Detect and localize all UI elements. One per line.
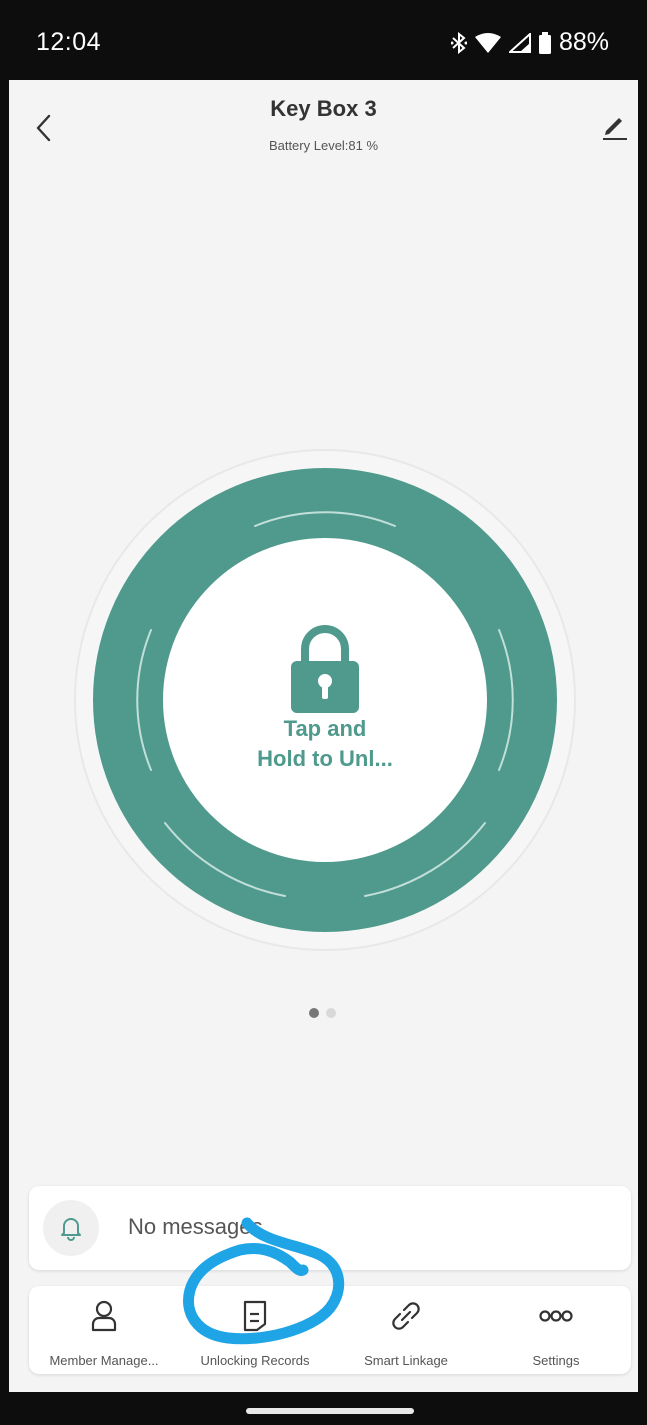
status-bar: 12:04 88% <box>0 0 647 80</box>
tab-member-management[interactable]: Member Manage... <box>29 1286 179 1374</box>
page-title: Key Box 3 <box>270 96 377 121</box>
screen-frame-right <box>638 0 647 1425</box>
page-dot-active <box>309 1008 319 1018</box>
screen-frame-left <box>0 0 9 1425</box>
status-icons: 88% <box>450 28 609 57</box>
tab-label: Unlocking Records <box>200 1353 310 1368</box>
padlock-icon <box>291 625 359 713</box>
key-box-screen: Key Box 3 Battery Level:81 % Tap and Hol… <box>9 80 638 1392</box>
battery-level-text: Battery Level:81 % <box>268 138 379 153</box>
bell-icon <box>61 1218 81 1241</box>
wifi-icon <box>474 32 501 53</box>
bottom-tab-bar: Member Manage... Unlocking Records Smart… <box>29 1286 631 1374</box>
tab-settings[interactable]: Settings <box>481 1286 631 1374</box>
tab-label: Smart Linkage <box>364 1353 448 1368</box>
unlock-label-line2: Hold to Unl... <box>257 746 393 771</box>
person-icon <box>91 1300 117 1332</box>
tab-label: Member Manage... <box>49 1353 159 1368</box>
status-time: 12:04 <box>36 28 102 56</box>
page-dot <box>326 1008 336 1018</box>
document-icon <box>243 1300 267 1332</box>
battery-percent: 88% <box>558 28 609 56</box>
unlock-button[interactable]: Tap and Hold to Unl... <box>163 538 487 862</box>
unlock-dial[interactable]: Tap and Hold to Unl... <box>73 448 577 952</box>
cell-signal-icon <box>508 32 531 53</box>
tab-label: Settings <box>532 1353 580 1368</box>
bluetooth-icon <box>450 31 467 54</box>
tab-smart-linkage[interactable]: Smart Linkage <box>331 1286 481 1374</box>
page-indicator <box>309 1008 336 1018</box>
home-indicator[interactable] <box>246 1408 414 1414</box>
bell-badge <box>43 1200 99 1256</box>
unlock-label-line1: Tap and <box>283 716 367 741</box>
more-icon <box>539 1310 573 1322</box>
edit-button[interactable] <box>598 112 630 142</box>
pencil-icon <box>603 118 627 140</box>
tab-unlocking-records[interactable]: Unlocking Records <box>179 1286 331 1374</box>
unlock-label: Tap and Hold to Unl... <box>163 714 487 774</box>
message-card[interactable]: No messages. <box>29 1186 631 1270</box>
battery-icon <box>538 31 551 54</box>
message-text: No messages. <box>128 1214 269 1239</box>
link-icon <box>392 1302 420 1330</box>
system-nav-bar <box>0 1392 647 1425</box>
